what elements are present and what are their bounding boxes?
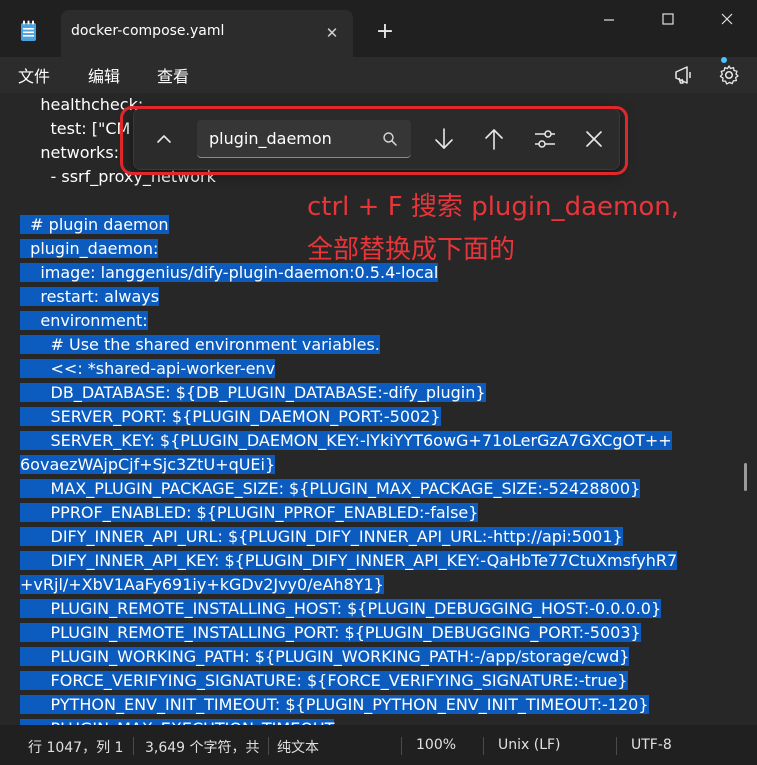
editor-line-text: FORCE_VERIFYING_SIGNATURE: ${FORCE_VERIF… — [20, 671, 628, 690]
editor-line-text: PLUGIN_REMOTE_INSTALLING_HOST: ${PLUGIN_… — [20, 599, 662, 618]
editor-line: test: ["CM — [20, 117, 131, 140]
editor-line-text: 6ovaezWAjpCjf+Sjc3ZtU+qUEi} — [20, 455, 276, 474]
editor-line-text: DIFY_INNER_API_URL: ${PLUGIN_DIFY_INNER_… — [20, 527, 623, 546]
minimize-button[interactable] — [587, 8, 631, 32]
editor-line: <<: *shared-api-worker-env — [20, 357, 276, 380]
status-divider — [483, 737, 484, 755]
line-ending[interactable]: Unix (LF) — [498, 737, 561, 753]
encoding[interactable]: UTF-8 — [631, 737, 672, 753]
editor-line-text: environment: — [20, 311, 148, 330]
status-bar: 行 1047，列 1 3,649 个字符，共 纯文本 100% Unix (LF… — [0, 725, 757, 765]
status-divider — [401, 737, 402, 755]
scrollbar-thumb[interactable] — [744, 463, 747, 491]
character-count: 3,649 个字符，共 — [145, 740, 260, 756]
tab-close-icon[interactable]: ✕ — [321, 22, 343, 44]
editor-line: networks: — [20, 141, 119, 164]
editor-line-text: SERVER_PORT: ${PLUGIN_DAEMON_PORT:-5002} — [20, 407, 441, 426]
editor-line: PLUGIN_REMOTE_INSTALLING_PORT: ${PLUGIN_… — [20, 621, 641, 644]
status-divider — [268, 737, 269, 755]
editor-line-text: PPROF_ENABLED: ${PLUGIN_PPROF_ENABLED:-f… — [20, 503, 479, 522]
editor-line: FORCE_VERIFYING_SIGNATURE: ${FORCE_VERIF… — [20, 669, 628, 692]
editor-line-text: PLUGIN_WORKING_PATH: ${PLUGIN_WORKING_PA… — [20, 647, 630, 666]
menu-edit[interactable]: 编辑 — [88, 63, 120, 87]
editor-line-text: PLUGIN_REMOTE_INSTALLING_PORT: ${PLUGIN_… — [20, 623, 641, 642]
editor-line: DIFY_INNER_API_KEY: ${PLUGIN_DIFY_INNER_… — [20, 549, 678, 572]
notification-dot — [721, 57, 727, 63]
editor-line: PPROF_ENABLED: ${PLUGIN_PPROF_ENABLED:-f… — [20, 501, 479, 524]
tab-title: docker-compose.yaml — [71, 23, 225, 39]
editor-line: PLUGIN_REMOTE_INSTALLING_HOST: ${PLUGIN_… — [20, 597, 662, 620]
text-format[interactable]: 纯文本 — [277, 737, 319, 757]
editor-line-text: MAX_PLUGIN_PACKAGE_SIZE: ${PLUGIN_MAX_PA… — [20, 479, 641, 498]
editor-line: environment: — [20, 309, 148, 332]
editor-line-text: test: ["CM — [20, 119, 131, 138]
editor-line-text: networks: — [20, 143, 120, 162]
editor-line: +vRjl/+XbV1AaFy691iy+kGDv2Jvy0/eAh8Y1} — [20, 573, 384, 596]
editor-line: MAX_PLUGIN_PACKAGE_SIZE: ${PLUGIN_MAX_PA… — [20, 477, 641, 500]
editor-line-text: +vRjl/+XbV1AaFy691iy+kGDv2Jvy0/eAh8Y1} — [20, 575, 384, 594]
annotation-line-1: ctrl + F 搜索 plugin_daemon, — [307, 192, 680, 222]
menu-view[interactable]: 查看 — [157, 63, 189, 87]
settings-gear-icon[interactable] — [716, 62, 742, 88]
annotation-line-2: 全部替换成下面的 — [307, 235, 516, 265]
status-divider — [616, 737, 617, 755]
cursor-position: 行 1047，列 1 — [28, 740, 124, 756]
editor-line-text: <<: *shared-api-worker-env — [20, 359, 276, 378]
editor-line: DIFY_INNER_API_URL: ${PLUGIN_DIFY_INNER_… — [20, 525, 623, 548]
editor-line: DB_DATABASE: ${DB_PLUGIN_DATABASE:-dify_… — [20, 381, 486, 404]
copilot-icon[interactable] — [672, 62, 698, 88]
editor-line: # Use the shared environment variables. — [20, 333, 380, 356]
new-tab-button[interactable]: + — [372, 20, 398, 46]
editor-line: restart: always — [20, 285, 160, 308]
menu-bar: 文件 编辑 查看 — [0, 57, 757, 93]
editor-line-text: DIFY_INNER_API_KEY: ${PLUGIN_DIFY_INNER_… — [20, 551, 678, 570]
editor-line: PLUGIN_MAX_EXECUTION_TIMEOUT — [20, 717, 335, 725]
editor-line: # plugin daemon — [20, 213, 169, 236]
annotation-highlight-frame — [120, 106, 628, 175]
editor-line-text: # plugin daemon — [20, 215, 169, 234]
editor-line-text: SERVER_KEY: ${PLUGIN_DAEMON_KEY:-lYkiYYT… — [20, 431, 672, 450]
editor-line: SERVER_PORT: ${PLUGIN_DAEMON_PORT:-5002} — [20, 405, 441, 428]
menu-file[interactable]: 文件 — [18, 63, 50, 87]
editor-line: plugin_daemon: — [20, 237, 159, 260]
status-divider — [133, 737, 134, 755]
editor-line-text: restart: always — [20, 287, 160, 306]
title-bar: docker-compose.yaml ✕ + — [0, 0, 757, 57]
close-window-button[interactable] — [705, 8, 749, 32]
editor-line-text: PYTHON_ENV_INIT_TIMEOUT: ${PLUGIN_PYTHON… — [20, 695, 649, 714]
editor-line-text: DB_DATABASE: ${DB_PLUGIN_DATABASE:-dify_… — [20, 383, 486, 402]
editor-line: SERVER_KEY: ${PLUGIN_DAEMON_KEY:-lYkiYYT… — [20, 429, 672, 452]
notepad-icon — [20, 20, 37, 42]
editor-line-text: # Use the shared environment variables. — [20, 335, 380, 354]
editor-line-text: plugin_daemon: — [20, 239, 159, 258]
file-tab[interactable]: docker-compose.yaml ✕ — [61, 10, 353, 57]
zoom-level[interactable]: 100% — [416, 737, 456, 753]
editor-line: PYTHON_ENV_INIT_TIMEOUT: ${PLUGIN_PYTHON… — [20, 693, 649, 716]
editor-line: 6ovaezWAjpCjf+Sjc3ZtU+qUEi} — [20, 453, 276, 476]
editor-line: PLUGIN_WORKING_PATH: ${PLUGIN_WORKING_PA… — [20, 645, 630, 668]
maximize-button[interactable] — [646, 8, 690, 32]
